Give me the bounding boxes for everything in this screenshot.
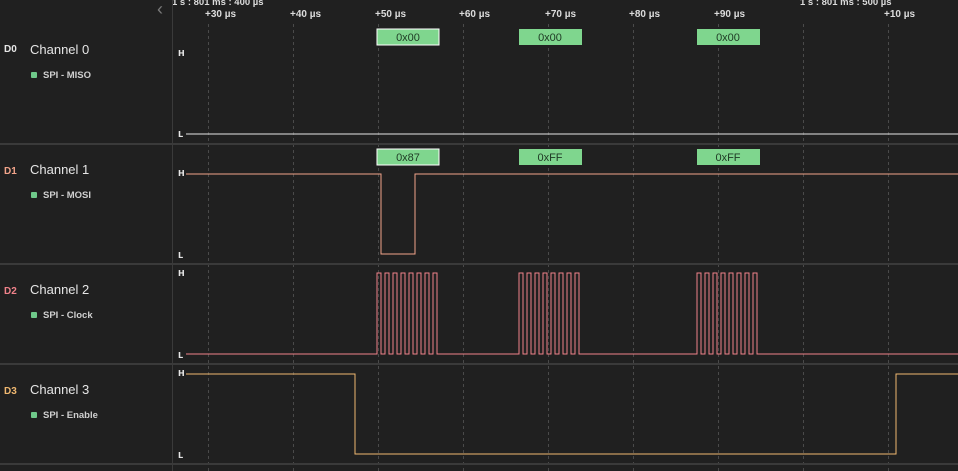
level-low: L (178, 130, 183, 139)
mosi-decode-row: 0x87 0xFF 0xFF (376, 148, 760, 166)
row-separator (0, 263, 958, 265)
level-high: H (178, 269, 185, 278)
row-separator (0, 463, 958, 465)
decoded-byte-label: 0xFF (715, 152, 740, 164)
channel-2-waveform (186, 272, 958, 355)
row-separator (0, 363, 958, 365)
channel-1-waveform (186, 173, 958, 255)
level-low: L (178, 251, 183, 260)
level-high: H (178, 369, 185, 378)
waveform-canvas[interactable]: H L H L H L H L 0x00 0x00 0x00 0x87 0xFF… (0, 0, 958, 471)
level-labels: H L H L H L H L (178, 49, 185, 460)
decoded-byte-label: 0x00 (716, 32, 740, 44)
decoded-byte-label: 0xFF (537, 152, 562, 164)
decoded-byte-label: 0x00 (396, 32, 420, 44)
decoded-byte-label: 0x87 (396, 152, 420, 164)
miso-decode-row: 0x00 0x00 0x00 (376, 28, 760, 46)
channel-3-waveform (186, 373, 958, 455)
time-grid (208, 24, 889, 471)
decoded-byte-label: 0x00 (538, 32, 562, 44)
row-separator (0, 143, 958, 145)
level-high: H (178, 49, 185, 58)
level-low: L (178, 351, 183, 360)
level-high: H (178, 169, 185, 178)
level-low: L (178, 451, 183, 460)
